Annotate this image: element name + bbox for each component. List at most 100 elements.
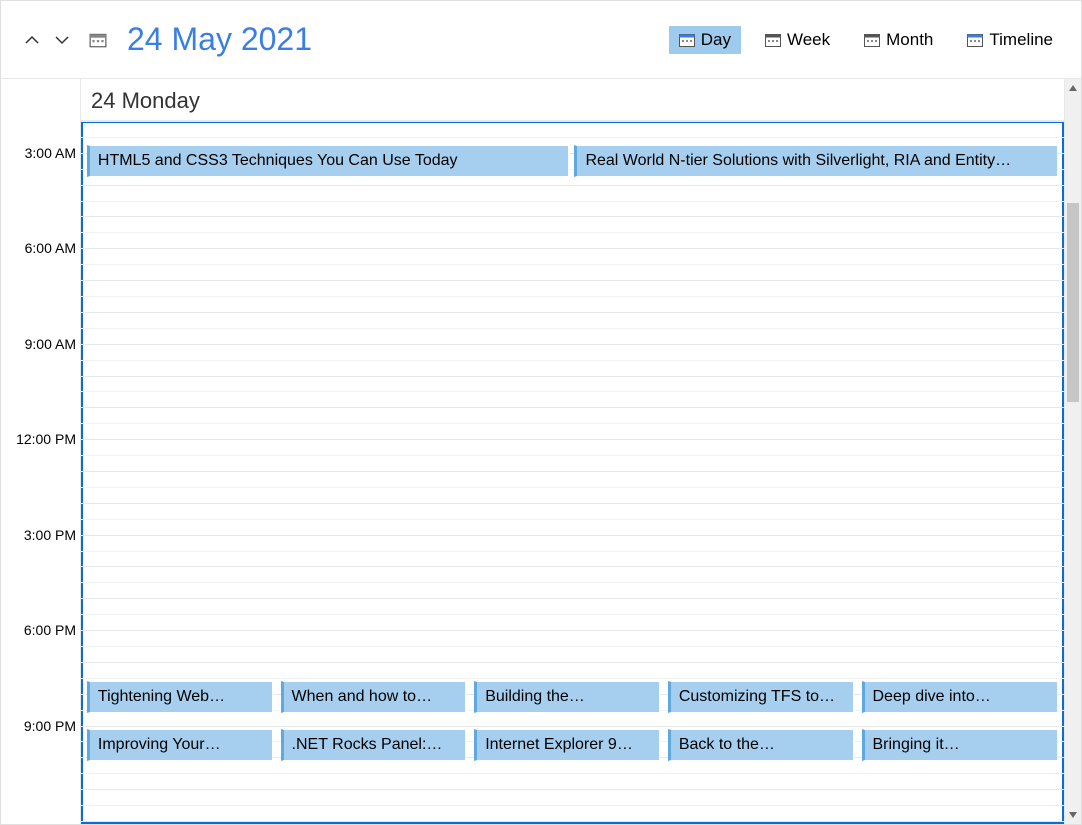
half-hour-line [81, 614, 1064, 615]
half-hour-line [81, 264, 1064, 265]
half-hour-line [81, 232, 1064, 233]
appointment-title: Tightening Web… [98, 688, 225, 706]
hour-line [81, 248, 1064, 249]
time-label: 3:00 AM [25, 145, 76, 161]
appointment-title: Internet Explorer 9… [485, 736, 633, 754]
scroll-thumb[interactable] [1067, 203, 1079, 402]
hour-line [81, 566, 1064, 567]
scroll-track[interactable] [1065, 97, 1081, 806]
view-tab-label: Month [886, 30, 933, 50]
appointment-title: .NET Rocks Panel:… [292, 736, 443, 754]
hour-line [81, 312, 1064, 313]
half-hour-line [81, 360, 1064, 361]
view-tab-day[interactable]: Day [669, 26, 741, 54]
chevron-down-icon [54, 32, 70, 48]
time-label: 6:00 PM [24, 622, 76, 638]
appointment[interactable]: When and how to… [281, 681, 467, 713]
hour-line [81, 216, 1064, 217]
appointment-title: Real World N-tier Solutions with Silverl… [585, 152, 1011, 170]
hour-line [81, 630, 1064, 631]
calendar-icon [679, 33, 695, 47]
appointment[interactable]: HTML5 and CSS3 Techniques You Can Use To… [87, 145, 569, 177]
appointment-title: HTML5 and CSS3 Techniques You Can Use To… [98, 152, 458, 170]
time-label: 9:00 AM [25, 336, 76, 352]
grid-area[interactable]: HTML5 and CSS3 Techniques You Can Use To… [81, 121, 1064, 824]
appointment-title: Improving Your… [98, 736, 221, 754]
appointment[interactable]: Improving Your… [87, 729, 273, 761]
view-tab-label: Timeline [989, 30, 1053, 50]
hour-line [81, 439, 1064, 440]
calendar-icon [967, 33, 983, 47]
appointment[interactable]: .NET Rocks Panel:… [281, 729, 467, 761]
day-column[interactable]: 24 Monday HTML5 and CSS3 Techniques You … [81, 79, 1065, 824]
hour-line [81, 185, 1064, 186]
prev-button[interactable] [19, 27, 45, 53]
half-hour-line [81, 455, 1064, 456]
hour-line [81, 344, 1064, 345]
half-hour-line [81, 646, 1064, 647]
half-hour-line [81, 773, 1064, 774]
half-hour-line [81, 201, 1064, 202]
time-label: 3:00 PM [24, 527, 76, 543]
appointment[interactable]: Deep dive into… [862, 681, 1059, 713]
appointment[interactable]: Real World N-tier Solutions with Silverl… [574, 145, 1058, 177]
half-hour-line [81, 137, 1064, 138]
next-button[interactable] [49, 27, 75, 53]
appointment[interactable]: Back to the… [668, 729, 854, 761]
appointment-title: Bringing it… [873, 736, 960, 754]
hour-line [81, 535, 1064, 536]
vertical-scrollbar[interactable] [1065, 79, 1081, 824]
calendar-icon [864, 33, 880, 47]
chevron-up-icon [24, 32, 40, 48]
appointment-title: Deep dive into… [873, 688, 991, 706]
appointment-title: Back to the… [679, 736, 775, 754]
hour-line [81, 662, 1064, 663]
view-tab-timeline[interactable]: Timeline [957, 26, 1063, 54]
time-label: 9:00 PM [24, 718, 76, 734]
hour-line [81, 280, 1064, 281]
half-hour-line [81, 328, 1064, 329]
hour-line [81, 407, 1064, 408]
appointment[interactable]: Customizing TFS to… [668, 681, 854, 713]
appointment-title: Building the… [485, 688, 585, 706]
hour-line [81, 121, 1064, 122]
view-tab-label: Day [701, 30, 731, 50]
appointment[interactable]: Building the… [474, 681, 660, 713]
toolbar: 24 May 2021 Day Week Month Timeline [1, 1, 1081, 79]
hour-line [81, 471, 1064, 472]
half-hour-line [81, 582, 1064, 583]
appointment[interactable]: Internet Explorer 9… [474, 729, 660, 761]
half-hour-line [81, 487, 1064, 488]
time-label: 6:00 AM [25, 240, 76, 256]
hour-line [81, 726, 1064, 727]
half-hour-line [81, 423, 1064, 424]
date-title: 24 May 2021 [127, 21, 312, 58]
half-hour-line [81, 678, 1064, 679]
half-hour-line [81, 551, 1064, 552]
hour-line [81, 503, 1064, 504]
triangle-down-icon [1068, 811, 1078, 819]
time-label: 12:00 PM [16, 431, 76, 447]
half-hour-line [81, 391, 1064, 392]
selection-border [81, 121, 1064, 824]
view-tab-month[interactable]: Month [854, 26, 943, 54]
hour-line [81, 598, 1064, 599]
view-tab-week[interactable]: Week [755, 26, 840, 54]
hour-line [81, 789, 1064, 790]
scroll-down-button[interactable] [1065, 806, 1081, 824]
appointment-title: Customizing TFS to… [679, 688, 835, 706]
scroll-up-button[interactable] [1065, 79, 1081, 97]
hour-line [81, 376, 1064, 377]
day-header: 24 Monday [81, 79, 1064, 121]
half-hour-line [81, 519, 1064, 520]
hour-line [81, 821, 1064, 822]
appointment-title: When and how to… [292, 688, 433, 706]
appointment[interactable]: Tightening Web… [87, 681, 273, 713]
calendar-picker-button[interactable] [89, 31, 107, 49]
time-gutter: 3:00 AM 6:00 AM 9:00 AM 12:00 PM 3:00 PM 6:00… [1, 79, 81, 824]
view-tabs: Day Week Month Timeline [669, 26, 1063, 54]
calendar-icon [765, 33, 781, 47]
view-tab-label: Week [787, 30, 830, 50]
appointment[interactable]: Bringing it… [862, 729, 1059, 761]
triangle-up-icon [1068, 84, 1078, 92]
